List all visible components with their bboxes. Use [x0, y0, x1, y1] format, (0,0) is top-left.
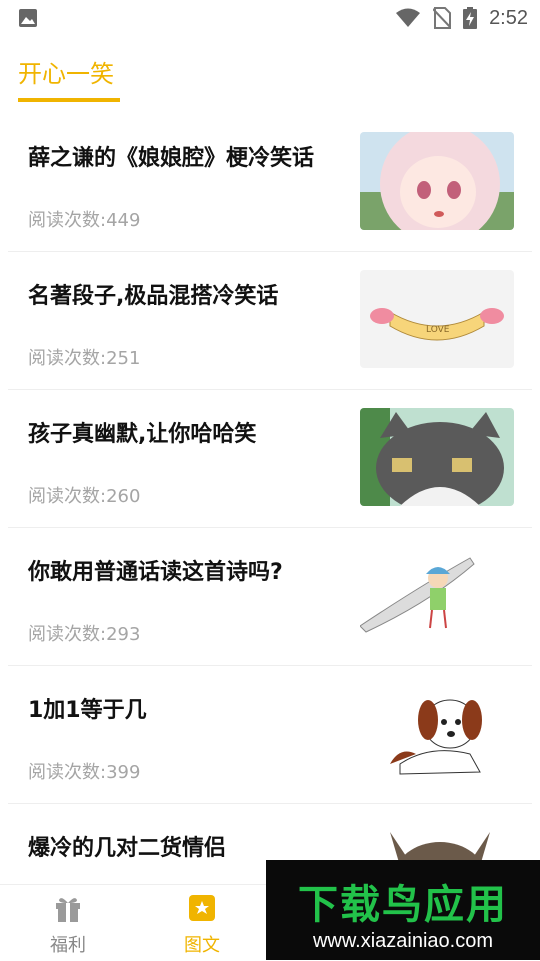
battery-charging-icon — [463, 7, 478, 29]
read-count: 阅读次数:293 — [28, 624, 141, 645]
clock: 2:52 — [489, 6, 528, 29]
top-tab-bar: 开心一笑 — [0, 36, 540, 106]
list-item[interactable]: 你敢用普通话读这首诗吗? 阅读次数:293 — [0, 528, 540, 666]
article-title: 薛之谦的《娘娘腔》梗冷笑话 — [28, 146, 315, 171]
read-count: 阅读次数:251 — [28, 348, 141, 369]
tab-active-indicator — [18, 98, 120, 102]
tab-kaixinyixiao[interactable]: 开心一笑 — [18, 54, 114, 89]
no-sim-icon — [433, 7, 452, 29]
cartoon-cat-image — [360, 408, 514, 506]
read-count: 阅读次数:260 — [28, 486, 141, 507]
status-icons: 2:52 — [395, 6, 528, 30]
list-item[interactable]: 薛之谦的《娘娘腔》梗冷笑话 阅读次数:449 — [0, 114, 540, 252]
article-title: 你敢用普通话读这首诗吗? — [28, 560, 283, 585]
anime-girl-image — [360, 132, 514, 230]
article-title: 名著段子,极品混搭冷笑话 — [28, 284, 279, 309]
svg-text:LOVE: LOVE — [426, 325, 450, 335]
love-ribbon-image: LOVE — [360, 270, 514, 368]
list-item[interactable]: 1加1等于几 阅读次数:399 — [0, 666, 540, 804]
nav-fuli-label: 福利 — [50, 935, 86, 956]
read-count: 阅读次数:399 — [28, 762, 141, 783]
article-title: 孩子真幽默,让你哈哈笑 — [28, 422, 257, 447]
cartoon-girl-knife-image — [360, 546, 514, 644]
nav-fuli[interactable]: 福利 — [28, 893, 108, 957]
article-title: 爆冷的几对二货情侣 — [28, 836, 227, 861]
list-item[interactable]: 孩子真幽默,让你哈哈笑 阅读次数:260 — [0, 390, 540, 528]
watermark-logo-text: 下载鸟应用 — [298, 882, 508, 928]
status-bar: 2:52 — [0, 0, 540, 36]
gift-icon — [56, 898, 80, 922]
cartoon-dog-image — [360, 684, 514, 782]
article-list[interactable]: 薛之谦的《娘娘腔》梗冷笑话 阅读次数:449 名著段子,极品混搭冷笑话 阅读次数… — [0, 114, 540, 884]
read-count: 阅读次数:449 — [28, 210, 141, 231]
star-book-icon — [189, 895, 215, 921]
watermark: 下载鸟应用 www.xiazainiao.com — [266, 860, 540, 960]
image-notification-icon — [19, 9, 37, 27]
list-item[interactable]: 名著段子,极品混搭冷笑话 阅读次数:251 LOVE — [0, 252, 540, 390]
nav-tuwen[interactable]: 图文 — [162, 893, 242, 957]
wifi-icon — [396, 8, 421, 27]
watermark-url: www.xiazainiao.com — [312, 930, 494, 952]
article-title: 1加1等于几 — [28, 698, 147, 723]
nav-tuwen-label: 图文 — [184, 935, 220, 956]
